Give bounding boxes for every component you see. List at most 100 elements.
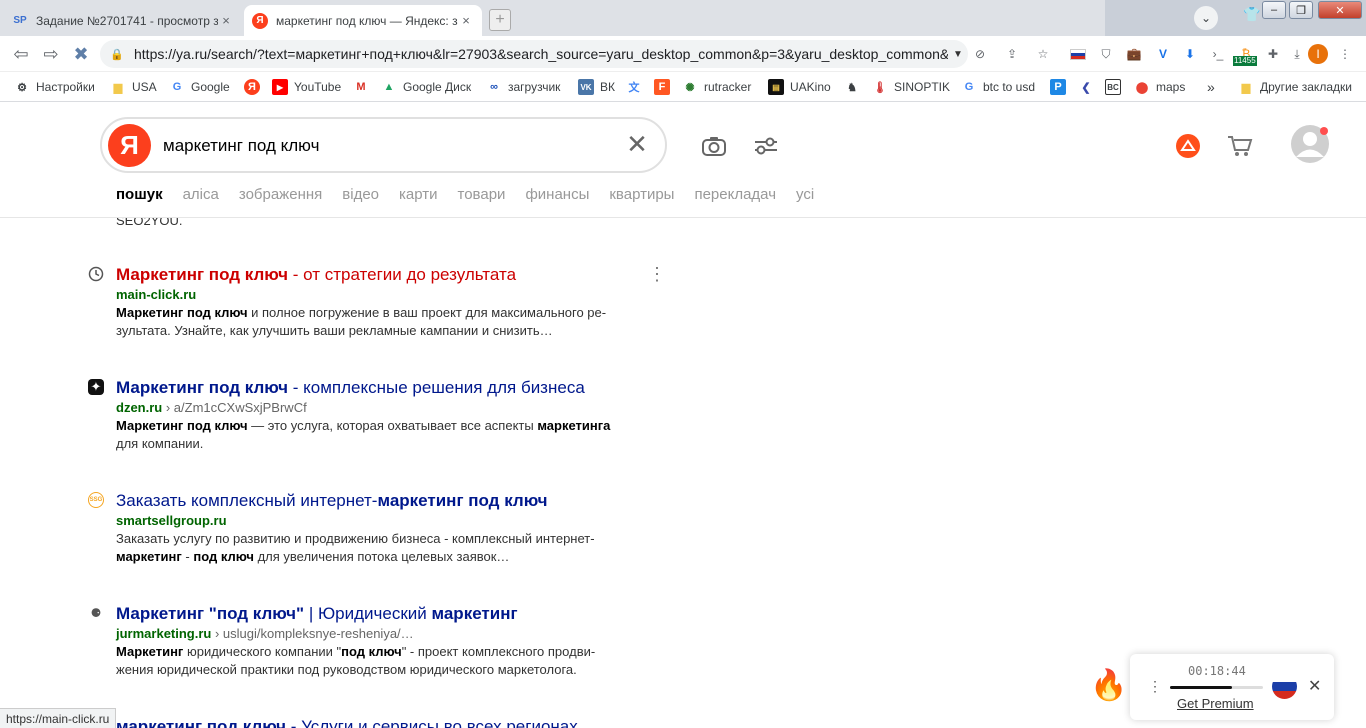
chevron-down-icon[interactable]: ▼	[948, 49, 968, 60]
serp-header: Я маркетинг под ключ ✕ пошук аліса зобра…	[0, 102, 1366, 218]
result-item: SSG Заказать комплексный интернет-маркет…	[88, 490, 648, 566]
bookmark-drive[interactable]: ▲ Google Диск	[381, 78, 472, 96]
bookmark-p[interactable]: P	[1050, 78, 1072, 96]
get-premium-link[interactable]: Get Premium	[1177, 696, 1254, 711]
back-icon[interactable]: ⇦	[10, 44, 32, 64]
tab-translate[interactable]: перекладач	[694, 186, 776, 203]
result-title-link[interactable]: Заказать комплексный интернет-маркетинг …	[116, 490, 648, 512]
menu-icon[interactable]: ⋮	[1148, 678, 1162, 695]
close-icon[interactable]: ✕	[1308, 676, 1321, 696]
result-title-link[interactable]: маркетинг под ключ - Услуги и сервисы во…	[116, 716, 648, 728]
result-url[interactable]: main-click.ru	[116, 286, 648, 304]
result-url[interactable]: dzen.ru › a/Zm1cCXwSxjPBrwCf	[116, 399, 648, 417]
share-icon[interactable]: ⇪	[1002, 44, 1022, 64]
bookmark-uakino[interactable]: ▤ UAKino	[768, 78, 831, 96]
shirt-icon: 👕	[1243, 6, 1261, 22]
bookmark-settings[interactable]: ⚙ Настройки	[14, 78, 95, 96]
tab-products[interactable]: товари	[458, 186, 506, 203]
v-icon[interactable]: V	[1153, 44, 1173, 64]
search-input[interactable]: маркетинг под ключ	[163, 136, 319, 156]
result-url[interactable]: jurmarketing.ru › uslugi/kompleksnye-res…	[116, 625, 648, 643]
result-item: маркетинг под ключ - Услуги и сервисы во…	[88, 716, 648, 728]
bookmark-maps[interactable]: ⬤ maps	[1134, 78, 1186, 96]
minimize-button[interactable]: –	[1262, 1, 1286, 19]
extensions-icon[interactable]: ✚	[1263, 44, 1283, 64]
bookmark-downloader[interactable]: ∞ загрузчик	[486, 78, 560, 96]
flame-icon[interactable]: 🔥	[1090, 668, 1127, 703]
tab-video[interactable]: відео	[342, 186, 379, 203]
tab-title: маркетинг под ключ — Яндекс: за	[276, 13, 458, 28]
clear-icon[interactable]: ✕	[624, 129, 650, 159]
bookmark-label: btc to usd	[983, 80, 1036, 94]
bookmark-arrow[interactable]: ❮	[1078, 78, 1100, 96]
bookmark-youtube[interactable]: ▶ YouTube	[272, 78, 341, 96]
result-snippet: Заказать услугу по развитию и продвижени…	[116, 531, 595, 564]
other-bookmarks[interactable]: ▆ Другие закладки	[1238, 78, 1352, 96]
profile-icon[interactable]: I	[1308, 44, 1328, 64]
filters-icon[interactable]	[752, 132, 780, 160]
alice-icon[interactable]	[1174, 132, 1202, 160]
briefcase-icon[interactable]: 💼	[1124, 44, 1144, 64]
bookmark-btc[interactable]: Gbtc to usd	[961, 78, 1035, 96]
tab-all[interactable]: усі	[796, 186, 814, 203]
russia-flag-icon[interactable]	[1272, 674, 1297, 699]
bookmark-bc[interactable]: BC	[1105, 78, 1127, 96]
yandex-logo[interactable]: Я	[108, 124, 151, 167]
forward-icon[interactable]: ⇨	[40, 44, 62, 64]
star-icon[interactable]: ☆	[1033, 44, 1053, 64]
maximize-button[interactable]: ❐	[1289, 1, 1313, 19]
close-icon[interactable]: ×	[458, 13, 474, 28]
new-tab-button[interactable]: +	[489, 9, 511, 31]
url-text[interactable]: https://ya.ru/search/?text=маркетинг+под…	[134, 46, 948, 62]
menu-icon[interactable]: ⋮	[1335, 44, 1355, 64]
tab-search[interactable]: пошук	[116, 186, 163, 203]
bookmark-sinoptik[interactable]: 🌡 SINOPTIK	[872, 78, 950, 96]
download-ext-icon[interactable]: ⬇	[1180, 44, 1200, 64]
downloads-icon[interactable]: ⤓	[1287, 44, 1307, 64]
more-options-icon[interactable]: ⋮	[648, 264, 666, 285]
sp-icon: SP	[13, 15, 27, 26]
tab-realty[interactable]: квартиры	[609, 186, 674, 203]
terminal-icon[interactable]: ›_	[1208, 44, 1228, 64]
tab-finance[interactable]: финансы	[525, 186, 589, 203]
bookmarks-overflow-button[interactable]: »	[1207, 78, 1215, 96]
tab-yandex-search[interactable]: Я маркетинг под ключ — Яндекс: за ×	[244, 5, 482, 36]
ublock-icon[interactable]: ⛉	[1096, 44, 1116, 64]
russia-flag-icon[interactable]	[1068, 44, 1088, 64]
bookmark-yandex[interactable]: Я	[244, 78, 266, 96]
vpn-player-widget: ⋮ 00:18:44 Get Premium ✕	[1130, 654, 1334, 720]
bookmark-google[interactable]: G Google	[169, 78, 230, 96]
tab-task[interactable]: SP Задание №2701741 - просмотр за ×	[4, 5, 242, 36]
bookmark-vk[interactable]: VK ВК	[578, 78, 615, 96]
bookmark-rutracker[interactable]: ✺ rutracker	[682, 78, 751, 96]
bookmark-usa[interactable]: ▆ USA	[110, 78, 157, 96]
bookmark-label: загрузчик	[508, 80, 561, 94]
address-bar[interactable]: 🔒 https://ya.ru/search/?text=маркетинг+п…	[100, 40, 968, 68]
stop-icon[interactable]: ✖	[70, 44, 92, 64]
cart-icon[interactable]	[1226, 132, 1254, 160]
bookmark-f[interactable]: F	[654, 78, 676, 96]
result-snippet: Маркетинг под ключ — это услуга, которая…	[116, 418, 611, 451]
bookmark-chess[interactable]: ♞	[844, 78, 866, 96]
bookmark-translate[interactable]: 文	[626, 78, 648, 96]
search-box: Я маркетинг под ключ ✕	[100, 117, 667, 173]
result-url[interactable]: smartsellgroup.ru	[116, 512, 648, 530]
window-close-button[interactable]: ✕	[1318, 1, 1362, 19]
tab-alice[interactable]: аліса	[183, 186, 219, 203]
p-icon: P	[1050, 79, 1066, 95]
avatar[interactable]	[1290, 124, 1330, 164]
camera-icon[interactable]	[700, 132, 728, 160]
bookmark-gmail[interactable]: M	[353, 78, 375, 96]
maps-icon: ⬤	[1135, 81, 1149, 94]
result-title-link[interactable]: Маркетинг под ключ - комплексные решения…	[116, 377, 648, 399]
result-title-link[interactable]: Маркетинг под ключ - от стратегии до рез…	[116, 264, 648, 286]
google-icon: G	[172, 81, 182, 93]
tab-search-button[interactable]: ⌄	[1194, 6, 1218, 30]
result-title-link[interactable]: Маркетинг "под ключ" | Юридический марке…	[116, 603, 648, 625]
tab-maps[interactable]: карти	[399, 186, 438, 203]
chess-icon: ♞	[847, 81, 857, 94]
drive-icon: ▲	[383, 81, 395, 93]
close-icon[interactable]: ×	[218, 13, 234, 28]
translate-blocked-icon[interactable]: ⊘	[970, 44, 990, 64]
tab-images[interactable]: зображення	[239, 186, 322, 203]
